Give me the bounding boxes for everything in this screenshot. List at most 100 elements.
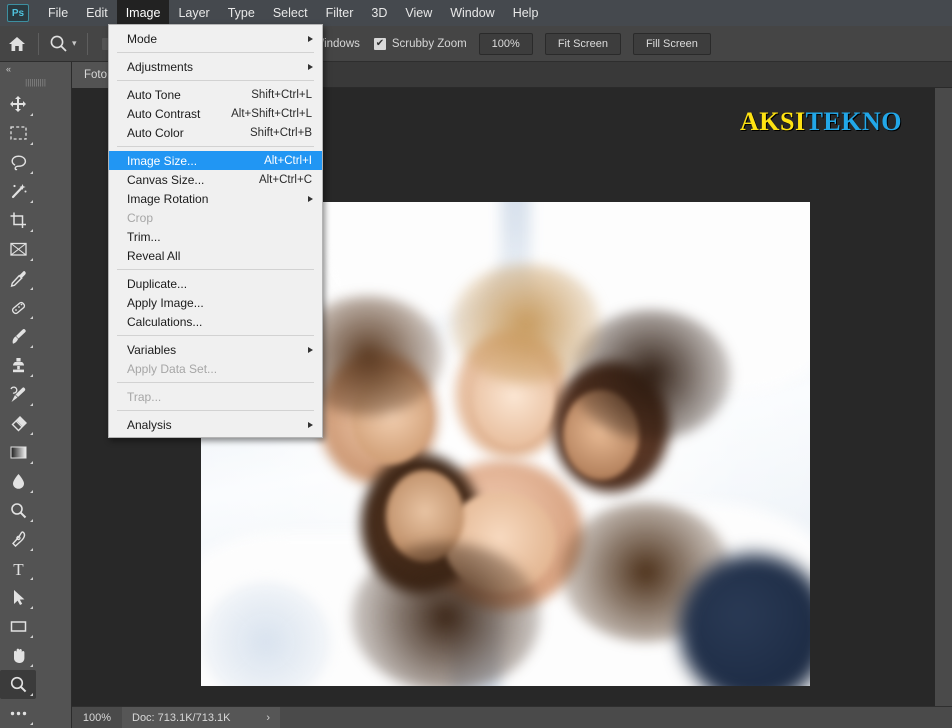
menu-item-window[interactable]: Window xyxy=(441,0,503,26)
image-menu-dropdown[interactable]: Mode Adjustments Auto Tone Shift+Ctrl+L Auto… xyxy=(108,24,323,438)
magic-wand-tool[interactable] xyxy=(0,177,36,206)
photoshop-window: Ps File Edit Image Layer Type Select Filter 3D V… xyxy=(0,0,952,728)
checkbox-box[interactable]: ✔ xyxy=(373,37,386,50)
menu-item-select[interactable]: Select xyxy=(264,0,317,26)
current-tool-preset[interactable]: ▾ xyxy=(43,34,83,53)
watermark: AKSITEKNO xyxy=(740,107,902,137)
menu-item-layer[interactable]: Layer xyxy=(169,0,218,26)
menu-option-label: Variables xyxy=(127,342,177,357)
home-icon[interactable] xyxy=(0,27,34,61)
dodge-icon xyxy=(10,503,26,519)
menu-option-auto-color[interactable]: Auto Color Shift+Ctrl+B xyxy=(109,123,322,142)
fill-screen-button[interactable]: Fill Screen xyxy=(632,32,711,55)
menu-item-filter[interactable]: Filter xyxy=(317,0,363,26)
menu-option-shortcut: Shift+Ctrl+B xyxy=(250,126,312,139)
panel-drag-handle[interactable]: |||||||||| xyxy=(0,76,71,88)
submenu-arrow-icon xyxy=(308,421,313,428)
menu-option-duplicate[interactable]: Duplicate... xyxy=(109,274,322,293)
menu-option-analysis[interactable]: Analysis xyxy=(109,415,322,434)
status-doc-info[interactable]: Doc: 713.1K/713.1K › xyxy=(122,706,280,728)
tool-more-indicator-icon xyxy=(30,461,33,464)
horizontal-type-tool[interactable]: T xyxy=(0,554,36,583)
status-expand-icon[interactable]: › xyxy=(266,712,270,724)
menu-item-3d[interactable]: 3D xyxy=(362,0,396,26)
gradient-tool[interactable] xyxy=(0,438,36,467)
menu-option-label: Crop xyxy=(127,210,154,225)
history-brush-tool[interactable] xyxy=(0,380,36,409)
menu-option-adjustments[interactable]: Adjustments xyxy=(109,57,322,76)
zoom-100-button[interactable]: 100% xyxy=(478,32,533,55)
menu-bar: Ps File Edit Image Layer Type Select Filter 3D V… xyxy=(0,0,952,26)
options-divider-2 xyxy=(86,32,88,55)
menu-item-file[interactable]: File xyxy=(39,0,77,26)
dodge-tool[interactable] xyxy=(0,496,36,525)
tool-more-indicator-icon xyxy=(30,693,33,696)
menu-option-label: Image Rotation xyxy=(127,191,209,206)
frame-tool[interactable] xyxy=(0,235,36,264)
zoom-tool[interactable] xyxy=(0,670,36,699)
tool-more-indicator-icon xyxy=(30,403,33,406)
rectangle-tool[interactable] xyxy=(0,612,36,641)
blur-tool[interactable] xyxy=(0,467,36,496)
menu-option-calculations[interactable]: Calculations... xyxy=(109,312,322,331)
scrubby-zoom-label: Scrubby Zoom xyxy=(391,37,467,50)
menu-option-reveal-all[interactable]: Reveal All xyxy=(109,246,322,265)
menu-separator xyxy=(117,52,314,53)
right-panel-strip[interactable] xyxy=(935,88,952,706)
spot-healing-brush-tool[interactable] xyxy=(0,293,36,322)
edit-toolbar[interactable] xyxy=(0,699,36,728)
menu-option-crop: Crop xyxy=(109,208,322,227)
menu-item-view[interactable]: View xyxy=(396,0,441,26)
crop-tool[interactable] xyxy=(0,206,36,235)
menu-item-edit[interactable]: Edit xyxy=(77,0,117,26)
collapse-panel-button[interactable]: « xyxy=(0,62,71,76)
menu-option-apply-data-set: Apply Data Set... xyxy=(109,359,322,378)
menu-option-canvas-size[interactable]: Canvas Size... Alt+Ctrl+C xyxy=(109,170,322,189)
path-selection-tool[interactable] xyxy=(0,583,36,612)
menu-option-label: Adjustments xyxy=(127,59,194,74)
fit-screen-button[interactable]: Fit Screen xyxy=(544,32,621,55)
menu-option-auto-contrast[interactable]: Auto Contrast Alt+Shift+Ctrl+L xyxy=(109,104,322,123)
pen-tool[interactable] xyxy=(0,525,36,554)
status-bar: 100% Doc: 713.1K/713.1K › xyxy=(72,706,952,728)
menu-option-label: Apply Data Set... xyxy=(127,361,218,376)
menu-item-type[interactable]: Type xyxy=(219,0,264,26)
eraser-tool[interactable] xyxy=(0,409,36,438)
healing-brush-icon xyxy=(11,301,25,315)
menu-option-label: Analysis xyxy=(127,417,172,432)
brush-tool[interactable] xyxy=(0,322,36,351)
eyedropper-tool[interactable] xyxy=(0,264,36,293)
menu-option-label: Trim... xyxy=(127,229,161,244)
menu-option-label: Auto Color xyxy=(127,125,184,140)
watermark-part-1: AKSI xyxy=(740,107,806,136)
menu-option-label: Auto Contrast xyxy=(127,106,201,121)
tool-more-indicator-icon xyxy=(30,722,33,725)
scrubby-zoom-checkbox[interactable]: ✔ Scrubby Zoom xyxy=(373,37,467,50)
menu-items: File Edit Image Layer Type Select Filter 3D View… xyxy=(39,0,547,26)
menu-option-trim[interactable]: Trim... xyxy=(109,227,322,246)
chevron-down-icon[interactable]: ▾ xyxy=(72,38,77,49)
menu-option-auto-tone[interactable]: Auto Tone Shift+Ctrl+L xyxy=(109,85,322,104)
tool-more-indicator-icon xyxy=(30,548,33,551)
hand-tool[interactable] xyxy=(0,641,36,670)
clone-stamp-tool[interactable] xyxy=(0,351,36,380)
menu-option-variables[interactable]: Variables xyxy=(109,340,322,359)
tool-more-indicator-icon xyxy=(30,577,33,580)
rectangular-marquee-tool[interactable] xyxy=(0,119,36,148)
tool-more-indicator-icon xyxy=(30,664,33,667)
menu-option-label: Mode xyxy=(127,31,158,46)
frame-icon xyxy=(9,242,27,256)
move-tool[interactable] xyxy=(0,90,36,119)
doc-size-text: Doc: 713.1K/713.1K xyxy=(132,711,231,724)
menu-option-apply-image[interactable]: Apply Image... xyxy=(109,293,322,312)
menu-item-image[interactable]: Image xyxy=(116,0,170,26)
menu-item-help[interactable]: Help xyxy=(504,0,548,26)
eraser-icon xyxy=(11,416,27,432)
tool-more-indicator-icon xyxy=(30,519,33,522)
menu-option-mode[interactable]: Mode xyxy=(109,29,322,48)
lasso-tool[interactable] xyxy=(0,148,36,177)
status-zoom-level[interactable]: 100% xyxy=(72,712,122,724)
menu-option-image-rotation[interactable]: Image Rotation xyxy=(109,189,322,208)
menu-option-image-size[interactable]: Image Size... Alt+Ctrl+I xyxy=(109,151,322,170)
tool-more-indicator-icon xyxy=(30,258,33,261)
